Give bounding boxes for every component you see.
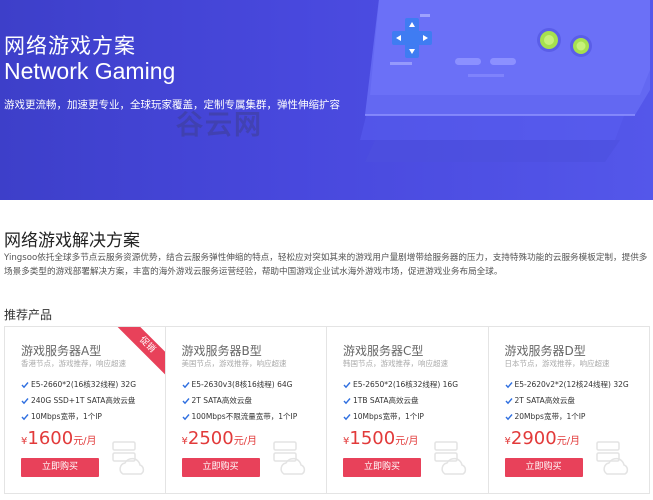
spec-row: 100Mbps不限流量宽带，1个IP [181, 411, 298, 422]
spec-row: E5-2660*2(16核32线程) 32G [21, 379, 136, 390]
spec-text: E5-2650*2(16核32线程) 16G [353, 380, 459, 389]
gamepad-console-illustration [360, 0, 650, 162]
spec-text: 2T SATA高效云盘 [514, 396, 575, 405]
check-icon [181, 397, 190, 404]
price-value: 2500 [187, 428, 234, 449]
spec-row: 20Mbps宽带，1个IP [504, 411, 586, 422]
spec-text: E5-2620v2*2(12核24线程) 32G [514, 380, 629, 389]
products-title: 推荐产品 [4, 308, 53, 322]
price-unit: 元/月 [395, 436, 419, 447]
price: ¥1500元/月 [343, 428, 419, 449]
check-icon [343, 397, 351, 404]
check-icon [21, 397, 29, 404]
check-icon [181, 413, 190, 420]
product-subtitle: 日本节点，游戏推荐，响应超速 [504, 359, 610, 368]
spec-text: 1TB SATA高效云盘 [353, 396, 419, 405]
spec-row: 1TB SATA高效云盘 [343, 395, 418, 406]
spec-text: 20Mbps宽带，1个IP [514, 412, 586, 421]
check-icon [504, 381, 513, 388]
price-unit: 元/月 [556, 436, 581, 447]
solution-description: Yingsoo依托全球多节点云服务资源优势，结合云服务弹性伸缩的特点，轻松应对突… [4, 253, 648, 277]
price-value: 1600 [27, 428, 74, 449]
buy-now-button[interactable]: 立即购买 [504, 458, 583, 477]
hero-title-en: Network Gaming [4, 58, 176, 84]
price-value: 2900 [510, 428, 557, 449]
check-icon [21, 413, 29, 420]
product-name: 游戏服务器A型 [21, 344, 102, 358]
spec-row: E5-2620v2*2(12核24线程) 32G [504, 379, 629, 390]
solution-title: 网络游戏解决方案 [4, 231, 140, 251]
spec-row: 10Mbps宽带，1个IP [21, 411, 102, 422]
spec-row: E5-2630v3(8核16线程) 64G [181, 379, 293, 390]
spec-row: 10Mbps宽带，1个IP [343, 411, 424, 422]
product-card-b: 游戏服务器B型 美国节点，游戏推荐，响应超速 E5-2630v3(8核16线程)… [165, 326, 327, 494]
check-icon [343, 381, 351, 388]
spec-text: 10Mbps宽带，1个IP [31, 412, 102, 421]
check-icon [504, 397, 513, 404]
spec-text: E5-2660*2(16核32线程) 32G [31, 380, 137, 389]
product-name: 游戏服务器C型 [343, 344, 424, 358]
check-icon [181, 381, 190, 388]
cloud-server-icon [434, 441, 467, 475]
price: ¥1600元/月 [21, 428, 97, 449]
cloud-server-icon [272, 441, 305, 475]
buy-now-button[interactable]: 立即购买 [21, 458, 99, 477]
product-cards: 促销 游戏服务器A型 香港节点，游戏推荐，响应超速 E5-2660*2(16核3… [4, 326, 650, 496]
spec-text: 2T SATA高效云盘 [191, 396, 252, 405]
product-subtitle: 美国节点，游戏推荐，响应超速 [181, 359, 287, 368]
price-value: 1500 [349, 428, 396, 449]
spec-row: E5-2650*2(16核32线程) 16G [343, 379, 458, 390]
product-name: 游戏服务器B型 [181, 344, 262, 358]
price: ¥2500元/月 [182, 428, 258, 449]
product-card-d: 游戏服务器D型 日本节点，游戏推荐，响应超速 E5-2620v2*2(12核24… [488, 326, 650, 494]
product-subtitle: 香港节点，游戏推荐，响应超速 [21, 359, 126, 368]
hero-banner: 网络游戏方案 Network Gaming 游戏更流畅，加速更专业，全球玩家覆盖… [0, 0, 653, 200]
spec-row: 2T SATA高效云盘 [181, 395, 252, 406]
price-unit: 元/月 [73, 436, 97, 447]
price: ¥2900元/月 [505, 428, 581, 449]
spec-text: 10Mbps宽带，1个IP [353, 412, 424, 421]
hero-title-cn: 网络游戏方案 [4, 34, 136, 58]
product-name: 游戏服务器D型 [504, 344, 586, 358]
cloud-server-icon [112, 441, 145, 475]
check-icon [343, 413, 351, 420]
spec-text: 240G SSD+1T SATA高效云盘 [31, 396, 136, 405]
check-icon [21, 381, 29, 388]
buy-now-button[interactable]: 立即购买 [343, 458, 421, 477]
cloud-server-icon [595, 441, 628, 475]
spec-row: 240G SSD+1T SATA高效云盘 [21, 395, 135, 406]
product-card-a: 促销 游戏服务器A型 香港节点，游戏推荐，响应超速 E5-2660*2(16核3… [4, 326, 166, 494]
watermark-text: 谷云网 [176, 110, 263, 141]
promo-badge: 促销 [112, 327, 165, 379]
buy-now-button[interactable]: 立即购买 [181, 458, 260, 477]
product-subtitle: 韩国节点，游戏推荐，响应超速 [343, 359, 448, 368]
check-icon [504, 413, 513, 420]
price-unit: 元/月 [233, 436, 258, 447]
hero-description: 游戏更流畅，加速更专业，全球玩家覆盖，定制专属集群，弹性伸缩扩容 [4, 99, 340, 111]
spec-row: 2T SATA高效云盘 [504, 395, 575, 406]
spec-text: 100Mbps不限流量宽带，1个IP [191, 412, 298, 421]
product-card-c: 游戏服务器C型 韩国节点，游戏推荐，响应超速 E5-2650*2(16核32线程… [327, 326, 489, 494]
spec-text: E5-2630v3(8核16线程) 64G [191, 380, 293, 389]
